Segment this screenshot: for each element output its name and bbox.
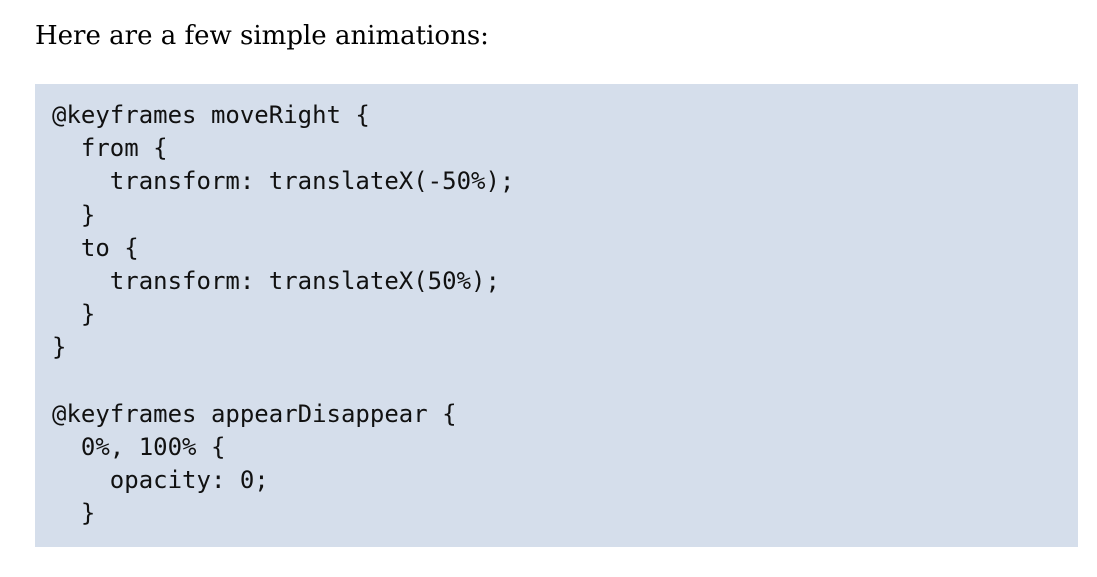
- code-line: from {: [52, 134, 168, 163]
- code-line: }: [52, 300, 96, 329]
- code-line: transform: translateX(-50%);: [52, 167, 515, 196]
- code-line: to {: [52, 233, 139, 262]
- code-line: opacity: 0;: [52, 466, 269, 495]
- code-line: @keyframes moveRight {: [52, 101, 370, 129]
- code-line: 0%, 100% {: [52, 432, 226, 461]
- code-line: }: [52, 333, 67, 362]
- code-line: @keyframes appearDisappear {: [52, 399, 457, 428]
- code-line: }: [52, 200, 96, 229]
- code-line: }: [52, 499, 96, 528]
- code-block: @keyframes moveRight { from { transform:…: [35, 84, 1078, 547]
- code-line: transform: translateX(50%);: [52, 266, 500, 295]
- intro-paragraph: Here are a few simple animations:: [35, 21, 489, 51]
